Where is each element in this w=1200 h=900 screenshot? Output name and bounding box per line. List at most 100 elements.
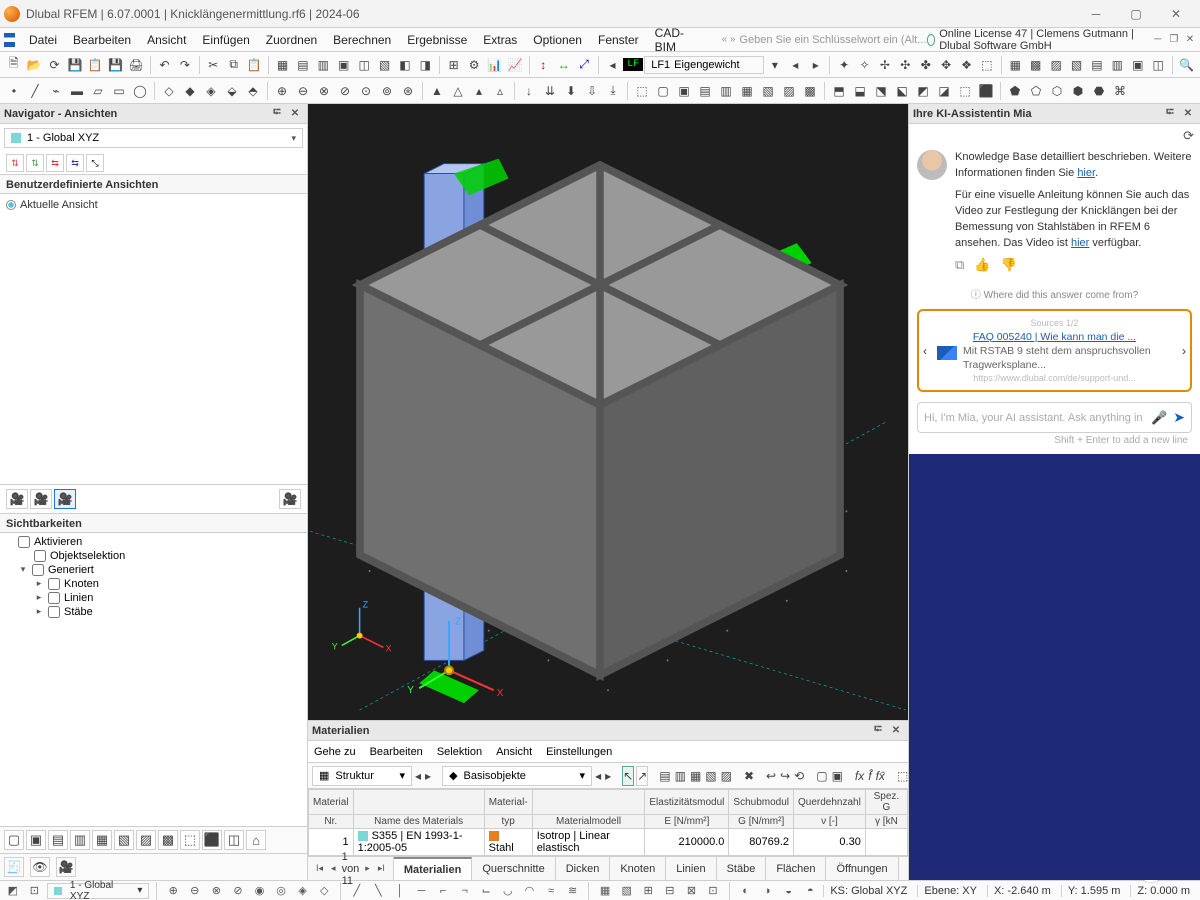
app-menu-icon[interactable] bbox=[4, 33, 15, 47]
tb2-c3-icon[interactable]: ▣ bbox=[674, 81, 694, 101]
tb2-sup4-icon[interactable]: ▵ bbox=[490, 81, 510, 101]
loadcase-combo[interactable]: LF1Eigengewicht bbox=[644, 56, 764, 74]
tb-disp3-icon[interactable]: ▨ bbox=[1046, 55, 1065, 75]
camera-2-button[interactable]: 🎥 bbox=[30, 489, 52, 509]
mat-menu-settings[interactable]: Einstellungen bbox=[546, 746, 612, 758]
tb2-e1-icon[interactable]: ⬟ bbox=[1005, 81, 1025, 101]
materials-close-button[interactable]: ✕ bbox=[888, 724, 904, 738]
tb-view-4-icon[interactable]: ▣ bbox=[334, 55, 353, 75]
tb2-d2-icon[interactable]: ⬓ bbox=[850, 81, 870, 101]
mat-fx2[interactable]: f̂ bbox=[867, 766, 872, 786]
sb-b6[interactable]: ◎ bbox=[272, 883, 290, 899]
tb-cut-icon[interactable]: ✂ bbox=[204, 55, 223, 75]
sb-c4[interactable]: ─ bbox=[413, 883, 431, 899]
nav-tab-camera-icon[interactable]: 🎥 bbox=[56, 857, 76, 877]
camera-delete-button[interactable]: 🎥 bbox=[279, 489, 301, 509]
tb-print-icon[interactable]: 🖨 bbox=[126, 55, 145, 75]
tb-view-6-icon[interactable]: ▧ bbox=[375, 55, 394, 75]
tb-lf-back-icon[interactable]: ◂ bbox=[786, 55, 805, 75]
vis-lines-row[interactable]: ▸Linien bbox=[6, 591, 301, 605]
send-icon[interactable]: ➤ bbox=[1173, 409, 1185, 426]
menu-datei[interactable]: Datei bbox=[21, 30, 65, 50]
nt1-7[interactable]: ▨ bbox=[136, 830, 156, 850]
sb-c5[interactable]: ⌐ bbox=[434, 883, 452, 899]
axis-view-5[interactable]: ⤡ bbox=[86, 154, 104, 172]
vis-objsel-checkbox[interactable] bbox=[34, 550, 46, 562]
tab-materialien[interactable]: Materialien bbox=[394, 857, 472, 880]
tb2-ld5-icon[interactable]: ⤓ bbox=[603, 81, 623, 101]
sb-b3[interactable]: ⊗ bbox=[208, 883, 226, 899]
tab-linien[interactable]: Linien bbox=[666, 857, 716, 880]
mat-del[interactable]: ✖ bbox=[743, 766, 755, 786]
tb2-a2-icon[interactable]: ◆ bbox=[180, 81, 200, 101]
axis-view-2[interactable]: ⇅ bbox=[26, 154, 44, 172]
tb2-b1-icon[interactable]: ⊕ bbox=[272, 81, 292, 101]
tb-view-1-icon[interactable]: ▦ bbox=[273, 55, 292, 75]
page-prev-button[interactable]: ◂ bbox=[329, 863, 338, 874]
sb-b4[interactable]: ⊘ bbox=[229, 883, 247, 899]
ai-link-2[interactable]: hier bbox=[1071, 237, 1089, 249]
tab-oeffnungen[interactable]: Öffnungen bbox=[826, 857, 898, 880]
tb2-a1-icon[interactable]: ◇ bbox=[159, 81, 179, 101]
tb-find-icon[interactable]: 🔍 bbox=[1177, 55, 1196, 75]
sb-c6[interactable]: ¬ bbox=[456, 883, 474, 899]
tb-disp4-icon[interactable]: ▧ bbox=[1067, 55, 1086, 75]
tb2-e3-icon[interactable]: ⬡ bbox=[1047, 81, 1067, 101]
tb2-c9-icon[interactable]: ▩ bbox=[800, 81, 820, 101]
camera-3-button[interactable]: 🎥 bbox=[54, 489, 76, 509]
mat-sel-mode1-button[interactable]: ↖ bbox=[622, 766, 634, 786]
tb2-b6-icon[interactable]: ⊚ bbox=[377, 81, 397, 101]
mat-b-next-button[interactable]: ▸ bbox=[604, 766, 612, 786]
tb2-d1-icon[interactable]: ⬒ bbox=[829, 81, 849, 101]
mat-menu-view[interactable]: Ansicht bbox=[496, 746, 532, 758]
tb-disp6-icon[interactable]: ▥ bbox=[1108, 55, 1127, 75]
menu-optionen[interactable]: Optionen bbox=[525, 30, 590, 50]
tb2-ld4-icon[interactable]: ⇩ bbox=[582, 81, 602, 101]
mat-next-button[interactable]: ▸ bbox=[424, 766, 432, 786]
sb-d5[interactable]: ⊠ bbox=[683, 883, 701, 899]
tb2-sup3-icon[interactable]: ▴ bbox=[469, 81, 489, 101]
materials-table[interactable]: Material Material- Elastizitätsmodul Sch… bbox=[308, 789, 908, 856]
ai-close-button[interactable]: ✕ bbox=[1180, 107, 1196, 121]
axis-view-1[interactable]: ⇅ bbox=[6, 154, 24, 172]
nt1-1[interactable]: ▢ bbox=[4, 830, 24, 850]
mdi-restore-button[interactable]: ❐ bbox=[1168, 33, 1180, 47]
tb2-e4-icon[interactable]: ⬢ bbox=[1068, 81, 1088, 101]
menu-fenster[interactable]: Fenster bbox=[590, 30, 647, 50]
tb2-c1-icon[interactable]: ⬚ bbox=[632, 81, 652, 101]
mat-u3[interactable]: ⟲ bbox=[793, 766, 805, 786]
card-prev-button[interactable]: ‹ bbox=[923, 343, 927, 359]
navigator-pin-button[interactable]: ⮓ bbox=[269, 107, 285, 121]
tb2-sup2-icon[interactable]: △ bbox=[448, 81, 468, 101]
sb-c7[interactable]: ⌙ bbox=[477, 883, 495, 899]
window-minimize-button[interactable]: ─ bbox=[1076, 4, 1116, 24]
mdi-minimize-button[interactable]: ─ bbox=[1152, 33, 1164, 47]
tb2-d8-icon[interactable]: ⬛ bbox=[976, 81, 996, 101]
tb2-solid-icon[interactable]: ▭ bbox=[109, 81, 129, 101]
mat-fx3[interactable]: fx̄ bbox=[875, 766, 886, 786]
menu-berechnen[interactable]: Berechnen bbox=[325, 30, 399, 50]
mdi-close-button[interactable]: ✕ bbox=[1184, 33, 1196, 47]
mat-b-prev-button[interactable]: ◂ bbox=[594, 766, 602, 786]
tb-rx8-icon[interactable]: ⬚ bbox=[977, 55, 996, 75]
tb2-b7-icon[interactable]: ⊛ bbox=[398, 81, 418, 101]
tb-disp5-icon[interactable]: ▤ bbox=[1087, 55, 1106, 75]
tb-axis-x-icon[interactable]: ↕ bbox=[534, 55, 553, 75]
mat-menu-goto[interactable]: Gehe zu bbox=[314, 746, 356, 758]
nt1-10[interactable]: ⬛ bbox=[202, 830, 222, 850]
tb-reload-icon[interactable]: ⟳ bbox=[45, 55, 64, 75]
mat-sel-mode2-button[interactable]: ↗ bbox=[636, 766, 648, 786]
tb2-e2-icon[interactable]: ⬠ bbox=[1026, 81, 1046, 101]
tb-rx5-icon[interactable]: ✤ bbox=[916, 55, 935, 75]
tb-view-3-icon[interactable]: ▥ bbox=[314, 55, 333, 75]
ai-input[interactable]: 🎤 ➤ bbox=[917, 402, 1192, 433]
nt1-2[interactable]: ▣ bbox=[26, 830, 46, 850]
ai-text-input[interactable] bbox=[924, 412, 1145, 424]
tb2-c6-icon[interactable]: ▦ bbox=[737, 81, 757, 101]
tb2-c4-icon[interactable]: ▤ bbox=[695, 81, 715, 101]
sb-c11[interactable]: ≋ bbox=[564, 883, 582, 899]
tb-save-as-icon[interactable]: 📋 bbox=[86, 55, 105, 75]
tb-open-icon[interactable]: 📂 bbox=[24, 55, 43, 75]
tb2-d4-icon[interactable]: ⬕ bbox=[892, 81, 912, 101]
tab-staebe[interactable]: Stäbe bbox=[717, 857, 767, 880]
